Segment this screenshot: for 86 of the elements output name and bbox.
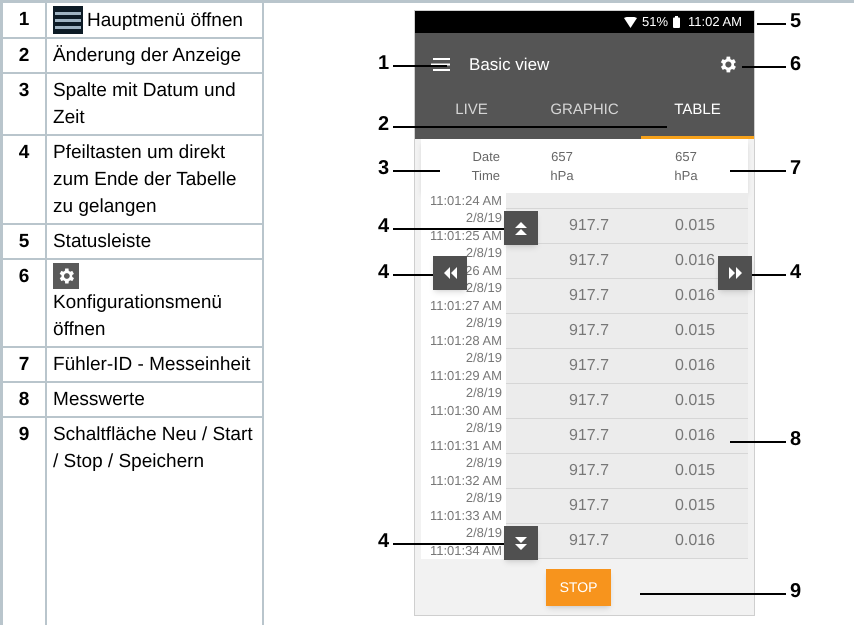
settings-icon xyxy=(53,263,79,289)
table-cell-text: 0.016 xyxy=(674,251,716,271)
callout-number: 3 xyxy=(378,156,390,180)
leader-line xyxy=(757,23,786,25)
date-time-cell: 2/8/19 11:01:29 AM xyxy=(421,349,506,384)
callout-number: 9 xyxy=(790,579,802,603)
leader-line xyxy=(752,274,786,276)
description-text: Messwerte xyxy=(53,389,145,410)
callout-number: 4 xyxy=(378,260,390,284)
item-number: 3 xyxy=(3,74,47,134)
item-number: 9 xyxy=(3,418,47,625)
jump-to-end-button[interactable] xyxy=(718,256,752,290)
table-cell-text: 917.7 xyxy=(568,251,610,271)
table-cell-text: 0.015 xyxy=(674,391,716,411)
battery-icon xyxy=(673,16,680,28)
item-number: 4 xyxy=(3,136,47,223)
item-number: 2 xyxy=(3,39,47,72)
table-cell-text: 0.015 xyxy=(674,216,716,236)
description-text: Statusleiste xyxy=(53,231,152,252)
description-text: Konfigurationsmenü öffnen xyxy=(53,292,222,340)
table-cell-text: 917.7 xyxy=(568,426,610,446)
table-cell-text: 917.7 xyxy=(568,216,610,236)
callout-number: 8 xyxy=(790,427,802,451)
menu-icon[interactable] xyxy=(431,58,450,71)
table-cell-text: 0.016 xyxy=(674,426,716,446)
app-title: Basic view xyxy=(469,54,550,76)
callout-number: 4 xyxy=(378,214,390,238)
table-cell-text: 0.015 xyxy=(674,496,716,516)
leader-line xyxy=(730,170,786,172)
double-up-arrow-icon xyxy=(514,222,528,234)
item-number: 1 xyxy=(3,3,47,37)
description-text: Spalte mit Datum und Zeit xyxy=(53,80,236,128)
wifi-icon xyxy=(624,16,637,28)
callout-number: 5 xyxy=(790,9,802,33)
callout-number: 4 xyxy=(790,260,802,284)
table-cell-text: 917.7 xyxy=(568,391,610,411)
item-number: 5 xyxy=(3,225,47,258)
battery-percent: 51% xyxy=(642,13,668,32)
tab[interactable]: GRAPHIC xyxy=(528,96,641,139)
item-number: 8 xyxy=(3,383,47,416)
leader-line xyxy=(393,170,440,172)
table-cell-text: 917.7 xyxy=(568,286,610,306)
leader-line xyxy=(393,274,433,276)
callout-number: 7 xyxy=(790,156,802,180)
item-number: 7 xyxy=(3,348,47,381)
table-cell-text: 0.015 xyxy=(674,461,716,481)
column-header: Date Time xyxy=(470,148,500,185)
tab[interactable]: LIVE xyxy=(415,96,528,139)
double-down-arrow-icon xyxy=(514,536,528,550)
item-number: 6 xyxy=(3,260,47,346)
table-cell-text: 917.7 xyxy=(568,531,610,551)
description-text: Änderung der Anzeige xyxy=(53,45,242,66)
callout-number: 6 xyxy=(790,52,802,76)
description-text: Pfeiltasten um direkt zum Ende der Tabelle zu gelangen xyxy=(53,142,236,217)
callout-number: 1 xyxy=(378,51,390,75)
date-time-cell: 11:01:24 AM xyxy=(421,193,506,209)
table-cell-text: 917.7 xyxy=(568,321,610,341)
jump-to-start-button[interactable] xyxy=(433,256,467,290)
table-cell-text: 0.015 xyxy=(674,321,716,341)
leader-line xyxy=(393,65,447,67)
callout-number: 4 xyxy=(378,529,390,553)
leader-line xyxy=(742,66,786,68)
date-time-cell: 2/8/19 11:01:34 AM xyxy=(421,524,506,559)
table-cell-text: 917.7 xyxy=(568,461,610,481)
date-time-cell: 2/8/19 11:01:28 AM xyxy=(421,314,506,349)
table-cell-text: 0.016 xyxy=(674,286,716,306)
column-header: 657 hPa xyxy=(673,148,699,185)
jump-to-top-button[interactable] xyxy=(504,211,538,245)
table-cell-text: 0.016 xyxy=(674,531,716,551)
column-header: 657 hPa xyxy=(549,148,575,185)
description-text: Fühler-ID - Messeinheit xyxy=(53,354,250,375)
leader-line xyxy=(730,441,786,443)
description-text: Schaltfläche Neu / Start / Stop / Speichern xyxy=(53,424,253,472)
table-cell-text: 917.7 xyxy=(568,356,610,376)
callout-number: 2 xyxy=(378,112,390,136)
date-time-cell: 2/8/19 11:01:30 AM xyxy=(421,384,506,419)
date-time-cell: 2/8/19 11:01:33 AM xyxy=(421,489,506,524)
date-time-cell: 2/8/19 11:01:32 AM xyxy=(421,454,506,489)
jump-to-bottom-button[interactable] xyxy=(504,526,538,560)
description-text: Hauptmenü öffnen xyxy=(87,10,243,31)
status-time: 11:02 AM xyxy=(688,13,742,32)
date-time-cell: 2/8/19 11:01:31 AM xyxy=(421,419,506,454)
date-time-cell: 2/8/19 11:01:25 AM xyxy=(421,209,506,244)
table-cell-text: 0.016 xyxy=(674,356,716,376)
menu-icon xyxy=(53,6,83,34)
table-cell-text: 917.7 xyxy=(568,496,610,516)
